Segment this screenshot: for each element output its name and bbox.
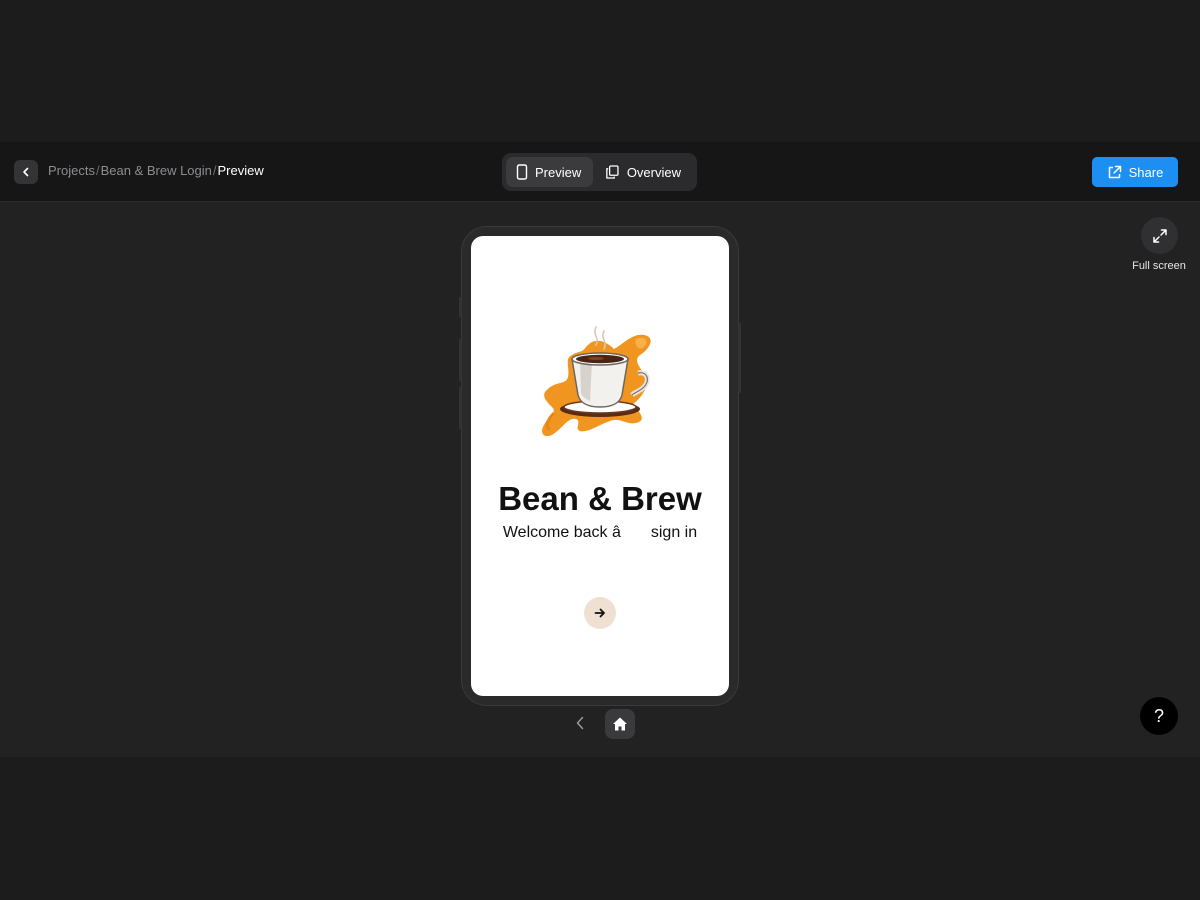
app-subtitle: Welcome back â sign in: [502, 524, 698, 541]
copy-icon: [606, 165, 619, 179]
view-toggle: Preview Overview: [502, 153, 697, 191]
phone-frame: Bean & Brew Welcome back â sign in: [459, 226, 741, 706]
phone-icon: [516, 164, 528, 180]
breadcrumb-projects[interactable]: Projects: [48, 163, 95, 178]
breadcrumb-separator: /: [212, 163, 217, 178]
tab-overview[interactable]: Overview: [595, 157, 691, 187]
help-icon: ?: [1153, 705, 1164, 726]
coffee-cup-logo: [542, 326, 651, 437]
arrow-right-icon: [594, 608, 605, 618]
expand-icon: [1152, 228, 1167, 243]
tab-preview[interactable]: Preview: [506, 157, 593, 187]
fullscreen-button[interactable]: [1141, 217, 1178, 254]
phone-side-button: [459, 387, 462, 429]
share-button[interactable]: Share: [1092, 157, 1178, 187]
phone-side-button: [459, 297, 462, 317]
phone-side-button: [459, 339, 462, 381]
help-button[interactable]: ?: [1140, 697, 1178, 735]
home-icon: [613, 717, 627, 731]
breadcrumb-separator: /: [95, 163, 100, 178]
phone-side-button: [738, 323, 741, 393]
chevron-left-icon: [576, 716, 584, 730]
app-screen: Bean & Brew Welcome back â sign in: [471, 236, 729, 696]
top-bar: Projects / Bean & Brew Login / Preview P…: [0, 142, 1200, 202]
sign-in-button[interactable]: [584, 597, 616, 629]
fullscreen-label: Full screen: [1132, 260, 1186, 272]
breadcrumb: Projects / Bean & Brew Login / Preview: [48, 163, 264, 178]
external-link-icon: [1108, 165, 1121, 178]
preview-back-button[interactable]: [572, 713, 588, 733]
app-title: Bean & Brew: [498, 480, 702, 517]
tab-overview-label: Overview: [626, 164, 681, 180]
share-label: Share: [1128, 164, 1164, 180]
tab-preview-label: Preview: [535, 164, 582, 180]
preview-stage: Projects / Bean & Brew Login / Preview P…: [0, 142, 1200, 757]
breadcrumb-project[interactable]: Bean & Brew Login: [101, 163, 212, 178]
breadcrumb-current: Preview: [217, 163, 264, 178]
chevron-left-icon: [23, 167, 29, 177]
preview-home-button[interactable]: [605, 709, 635, 739]
back-button[interactable]: [14, 160, 38, 184]
